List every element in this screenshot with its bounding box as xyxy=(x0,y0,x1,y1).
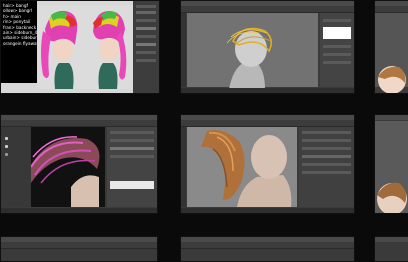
thumbnail-9[interactable] xyxy=(374,236,408,262)
toolbar xyxy=(1,242,157,249)
list-item: orangein flyaway xyxy=(3,40,40,46)
menu-bar xyxy=(375,237,408,242)
thumbnail-2[interactable] xyxy=(180,0,355,94)
thumbnail-3[interactable] xyxy=(374,0,408,94)
attribute-panel xyxy=(299,127,354,207)
hair-viewport-image xyxy=(31,127,105,207)
thumbnail-1[interactable]: hair> bangf ollow> bangrl h> main rin> p… xyxy=(0,0,160,94)
viewport xyxy=(375,121,408,213)
thumbnail-7[interactable] xyxy=(0,236,158,262)
status-bar xyxy=(181,208,354,213)
status-bar xyxy=(181,88,354,93)
hair-viewport-image xyxy=(226,27,272,89)
toolbar xyxy=(181,6,354,13)
thumbnail-6[interactable] xyxy=(374,114,408,214)
side-panel xyxy=(133,1,159,93)
viewport xyxy=(375,13,408,93)
toolbar xyxy=(375,6,408,13)
tool-shelf xyxy=(181,13,186,87)
viewport xyxy=(31,127,105,207)
toolbar xyxy=(1,120,157,127)
thumbnail-8[interactable] xyxy=(180,236,355,262)
attribute-panel xyxy=(107,127,157,207)
toolbar xyxy=(181,242,354,249)
menu-bar xyxy=(375,115,408,120)
list-item: rin> ponytail xyxy=(3,19,31,25)
thumbnail-5[interactable] xyxy=(180,114,355,214)
hair-viewport-image xyxy=(377,182,407,213)
hair-viewport-image xyxy=(378,66,406,93)
viewport xyxy=(187,127,297,207)
toolbar xyxy=(181,120,354,127)
tool-shelf xyxy=(181,127,186,207)
hair-group-list: hair> bangf ollow> bangrl h> main rin> p… xyxy=(1,1,44,83)
hair-viewport-image xyxy=(201,130,292,207)
thumbnail-4[interactable] xyxy=(0,114,158,214)
hair-render-image xyxy=(37,5,133,89)
tool-shelf xyxy=(1,127,31,207)
status-bar xyxy=(1,208,157,213)
viewport xyxy=(187,13,318,89)
attribute-panel xyxy=(320,13,354,87)
